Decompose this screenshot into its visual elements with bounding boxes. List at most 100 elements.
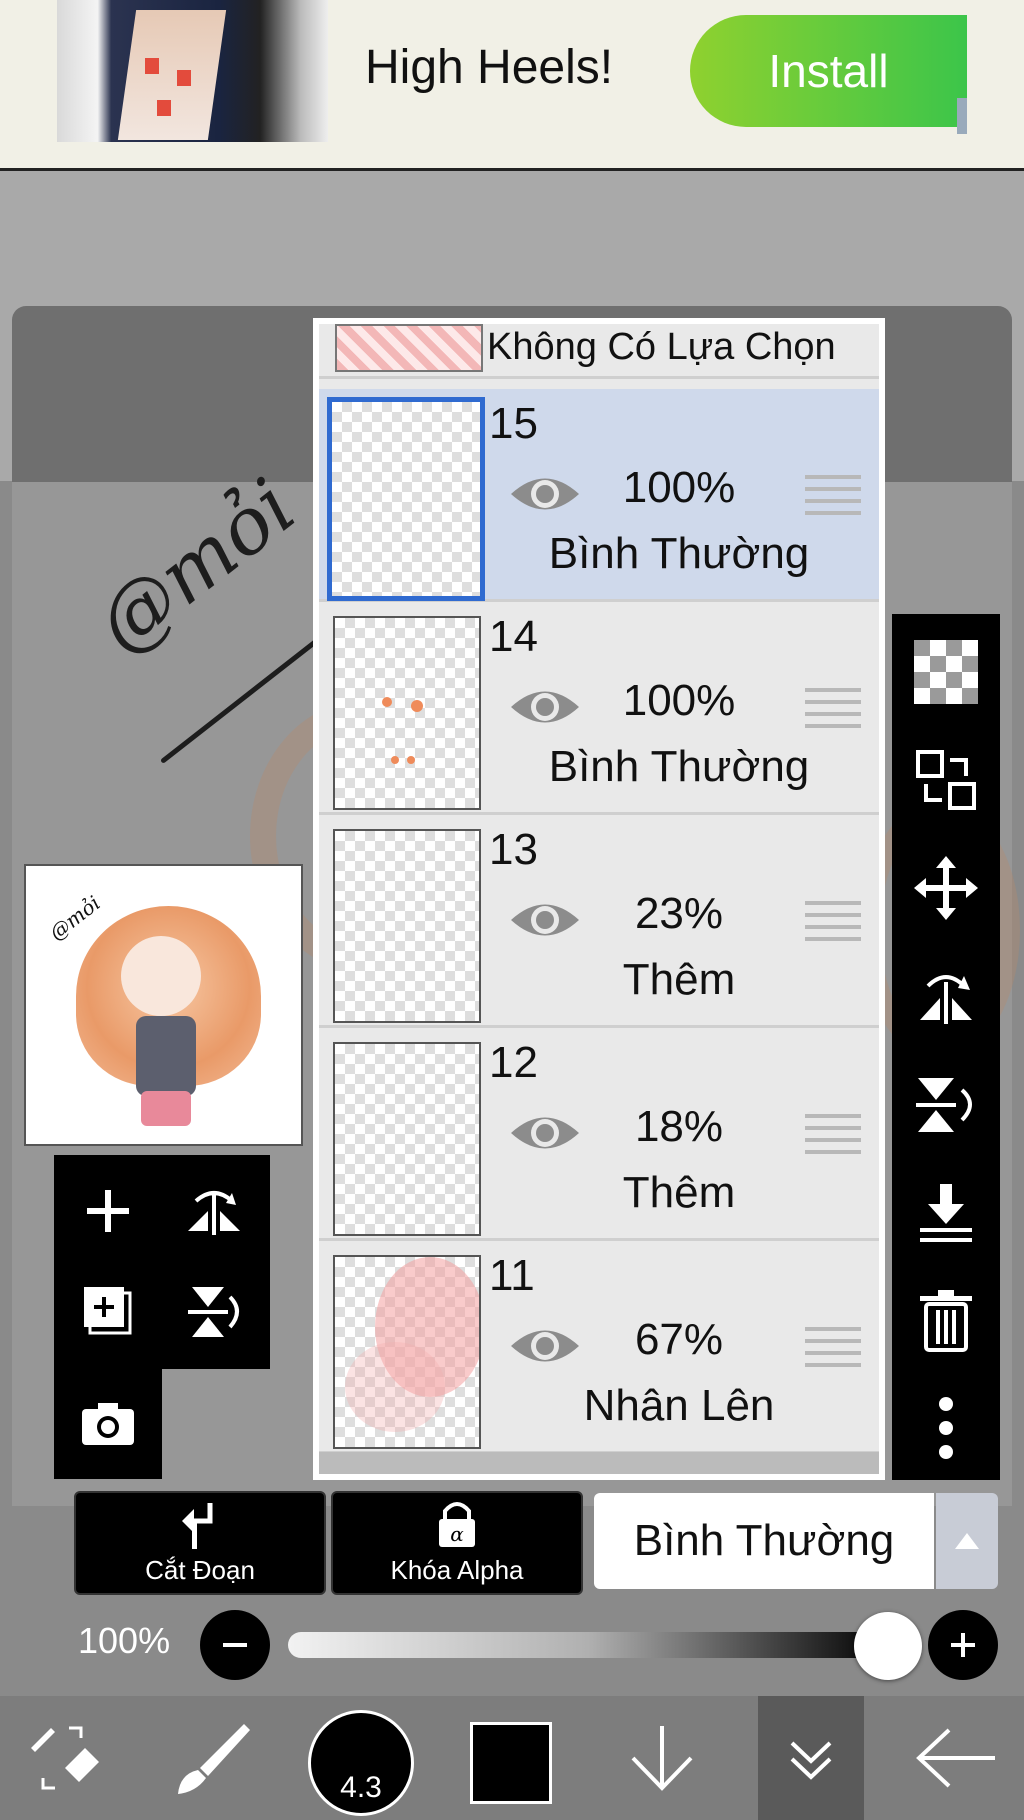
layer-thumbnail xyxy=(333,829,481,1023)
more-vertical-icon xyxy=(939,1397,953,1459)
layer-thumbnail xyxy=(333,616,481,810)
opacity-value: 100% xyxy=(78,1620,171,1661)
right-toolbar xyxy=(892,614,1000,1480)
eye-icon xyxy=(511,478,579,510)
drag-handle-icon xyxy=(805,475,861,515)
layer-row[interactable]: 12 18% Thêm xyxy=(319,1028,879,1241)
layers-menu-button[interactable] xyxy=(758,1696,864,1820)
arrow-left-icon xyxy=(916,1728,995,1788)
visibility-button[interactable] xyxy=(507,682,583,737)
flip-vertical-button[interactable] xyxy=(174,1271,254,1351)
brush-tool-button[interactable] xyxy=(165,1696,255,1820)
drag-handle[interactable] xyxy=(805,473,861,522)
layer-opacity: 100% xyxy=(622,463,736,512)
selection-label: Không Có Lựa Chọn xyxy=(487,326,836,368)
flip-vertical-icon xyxy=(916,1078,972,1132)
drag-handle-icon xyxy=(805,1327,861,1367)
layer-row[interactable]: 14 100% Bình Thường xyxy=(319,602,879,815)
selection-thumbnail xyxy=(335,324,483,372)
clipping-button[interactable]: Cắt Đoạn xyxy=(74,1491,326,1595)
double-chevron-down-icon xyxy=(790,1741,832,1780)
camera-button[interactable] xyxy=(68,1383,148,1463)
layer-blend-mode: Bình Thường xyxy=(548,529,810,578)
ad-title[interactable]: High Heels! xyxy=(365,40,613,95)
flip-vertical-icon xyxy=(188,1287,239,1337)
layer-blend-mode: Thêm xyxy=(622,955,736,1004)
merge-down-icon xyxy=(920,1184,972,1242)
visibility-button[interactable] xyxy=(507,1108,583,1163)
minus-icon xyxy=(223,1643,247,1647)
layer-row-partial[interactable] xyxy=(319,1452,879,1474)
camera-icon xyxy=(82,1403,134,1445)
ad-image[interactable] xyxy=(57,0,328,142)
drag-handle[interactable] xyxy=(805,686,861,735)
drag-handle-icon xyxy=(805,1114,861,1154)
layer-opacity: 23% xyxy=(634,889,724,938)
visibility-button[interactable] xyxy=(507,469,583,524)
ad-banner[interactable]: High Heels! Install xyxy=(0,0,1024,171)
layer-number: 11 xyxy=(489,1251,535,1300)
add-layer-button[interactable] xyxy=(68,1171,148,1251)
add-copy-icon xyxy=(84,1287,132,1335)
ad-install-button[interactable]: Install xyxy=(690,15,967,127)
opacity-slider-track[interactable] xyxy=(288,1632,888,1658)
drag-handle[interactable] xyxy=(805,1112,861,1161)
flip-horizontal-icon xyxy=(920,975,972,1024)
svg-text:α: α xyxy=(450,1522,464,1546)
move-button[interactable] xyxy=(906,848,986,928)
brush-size-button[interactable]: 4.3 xyxy=(308,1710,414,1816)
visibility-button[interactable] xyxy=(507,895,583,950)
layer-tools xyxy=(54,1155,270,1369)
clipping-label: Cắt Đoạn xyxy=(145,1555,255,1585)
layer-thumbnail xyxy=(333,1042,481,1236)
download-button[interactable] xyxy=(612,1696,712,1820)
layer-blend-mode: Nhân Lên xyxy=(583,1381,775,1430)
visibility-button[interactable] xyxy=(507,1321,583,1376)
back-button[interactable] xyxy=(900,1696,1010,1820)
swap-layers-button[interactable] xyxy=(906,740,986,820)
blend-mode-dropdown-button[interactable] xyxy=(936,1493,998,1589)
brush-icon xyxy=(178,1724,250,1794)
flip-horizontal-button[interactable] xyxy=(174,1171,254,1251)
trash-icon xyxy=(920,1290,972,1352)
opacity-increase-button[interactable] xyxy=(928,1610,998,1680)
blend-mode-select[interactable]: Bình Thường xyxy=(594,1493,934,1589)
transparency-button[interactable] xyxy=(906,632,986,712)
layer-opacity: 67% xyxy=(634,1315,724,1364)
brush-eraser-toggle[interactable] xyxy=(20,1696,110,1820)
layer-number: 13 xyxy=(489,825,538,874)
merge-down-button[interactable] xyxy=(906,1172,986,1252)
layer-opacity: 18% xyxy=(634,1102,724,1151)
flip-layer-horizontal-button[interactable] xyxy=(906,956,986,1036)
eye-icon xyxy=(511,1330,579,1362)
color-swatch-button[interactable] xyxy=(470,1722,552,1804)
brush-size-value: 4.3 xyxy=(340,1771,382,1804)
layer-row[interactable]: 13 23% Thêm xyxy=(319,815,879,1028)
more-options-button[interactable] xyxy=(906,1388,986,1468)
alpha-lock-button[interactable]: α Khóa Alpha xyxy=(331,1491,583,1595)
swap-icon xyxy=(916,750,976,810)
flip-horizontal-icon xyxy=(188,1191,240,1235)
brush-eraser-icon xyxy=(31,1726,99,1790)
opacity-slider-handle[interactable] xyxy=(854,1612,922,1680)
layer-row[interactable]: 15 100% Bình Thường xyxy=(319,389,879,602)
drag-handle[interactable] xyxy=(805,1325,861,1374)
duplicate-layer-button[interactable] xyxy=(68,1271,148,1351)
layer-blend-mode: Thêm xyxy=(622,1168,736,1217)
artwork-preview[interactable]: @mỏi xyxy=(24,864,303,1146)
delete-layer-button[interactable] xyxy=(906,1280,986,1360)
plus-icon xyxy=(87,1190,129,1232)
drag-handle-icon xyxy=(805,901,861,941)
opacity-decrease-button[interactable] xyxy=(200,1610,270,1680)
layers-panel[interactable]: Không Có Lựa Chọn 15 100% Bình Thường 14… xyxy=(313,318,885,1480)
layer-thumbnail xyxy=(333,1255,485,1449)
checkerboard-icon xyxy=(914,640,978,704)
eye-icon xyxy=(511,904,579,936)
drag-handle[interactable] xyxy=(805,899,861,948)
flip-layer-vertical-button[interactable] xyxy=(906,1064,986,1144)
selection-layer-row[interactable]: Không Có Lựa Chọn xyxy=(319,324,879,379)
move-icon xyxy=(914,856,978,920)
ad-info-icon[interactable] xyxy=(957,98,967,134)
clipping-arrow-icon xyxy=(182,1503,213,1549)
layer-row[interactable]: 11 67% Nhân Lên xyxy=(319,1241,879,1454)
